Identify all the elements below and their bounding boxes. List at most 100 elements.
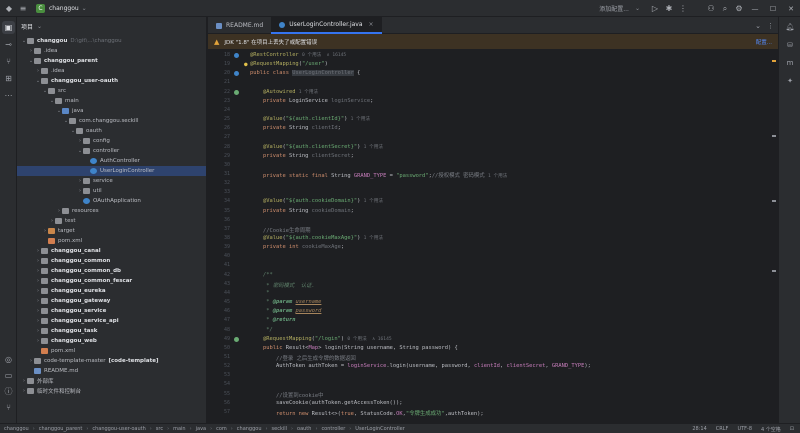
line-number[interactable]: 56	[208, 400, 230, 406]
tree-item[interactable]: ⌄ main	[17, 96, 206, 106]
breadcrumb-item[interactable]: seckill	[272, 426, 288, 432]
run-icon[interactable]: ▷	[648, 2, 662, 16]
tree-item[interactable]: › test	[17, 216, 206, 226]
tree-item[interactable]: › changgou_task	[17, 326, 206, 336]
line-number[interactable]: 18	[208, 52, 230, 58]
code-line[interactable]: @RequestMapping("/user")	[250, 61, 328, 67]
tree-item[interactable]: ⌄ changgou_parent	[17, 56, 206, 66]
main-menu-icon[interactable]: ≡	[16, 1, 30, 15]
line-number[interactable]: 57	[208, 409, 230, 415]
line-number[interactable]: 25	[208, 116, 230, 122]
project-panel-title[interactable]: 项目	[21, 22, 33, 31]
line-number[interactable]: 46	[208, 308, 230, 314]
readonly-lock-icon[interactable]: ⊡	[790, 426, 794, 432]
line-separator[interactable]: CRLF	[716, 426, 729, 432]
tree-item[interactable]: pom.xml	[17, 346, 206, 356]
git-icon[interactable]: ⑂	[2, 401, 15, 414]
line-number[interactable]: 30	[208, 162, 230, 168]
code-line[interactable]: AuthToken authToken = loginService.login…	[250, 363, 591, 369]
maximize-button[interactable]: ☐	[764, 5, 782, 13]
close-button[interactable]: ✕	[782, 5, 800, 13]
code-line[interactable]: *	[250, 290, 269, 296]
tree-item[interactable]: › service	[17, 176, 206, 186]
tree-item[interactable]: ⌄ java	[17, 106, 206, 116]
tree-item[interactable]: › 外部库	[17, 376, 206, 386]
tree-item[interactable]: › 临时文件和控制台	[17, 386, 206, 396]
line-number[interactable]: 29	[208, 153, 230, 159]
tree-item[interactable]: › util	[17, 186, 206, 196]
scroll-marker[interactable]	[772, 135, 776, 137]
breadcrumb-item[interactable]: com	[216, 426, 227, 432]
breadcrumb-item[interactable]: changgou	[237, 426, 262, 432]
breadcrumb-item[interactable]: changgou	[4, 426, 29, 432]
tree-item[interactable]: ⌄ changgou_user-oauth	[17, 76, 206, 86]
line-number[interactable]: 42	[208, 272, 230, 278]
endpoint-icon[interactable]	[234, 336, 239, 342]
caret-position[interactable]: 28:14	[692, 426, 706, 432]
scroll-marker[interactable]	[772, 270, 776, 272]
pull-request-icon[interactable]: ⑂	[2, 55, 15, 68]
code-line[interactable]: public Result<Map> login(String username…	[250, 345, 458, 351]
editor-tab[interactable]: README.md	[208, 17, 271, 34]
line-number[interactable]: 36	[208, 217, 230, 223]
code-line[interactable]: //Cookie生命周期	[250, 226, 311, 234]
chevron-down-icon[interactable]: ⌄	[37, 23, 42, 30]
editor-tab[interactable]: UserLoginController.java ×	[271, 17, 382, 34]
indent-setting[interactable]: 4 个空格	[761, 426, 781, 433]
code-line[interactable]: @RequestMapping("/login") 0 个用法 ∧ 16145	[250, 336, 392, 342]
file-encoding[interactable]: UTF-8	[737, 426, 752, 432]
breadcrumb-item[interactable]: oauth	[297, 426, 311, 432]
line-number[interactable]: 38	[208, 235, 230, 241]
line-number[interactable]: 41	[208, 262, 230, 268]
tree-item[interactable]: › target	[17, 226, 206, 236]
scroll-warning-marker[interactable]	[772, 60, 776, 62]
line-number[interactable]: 27	[208, 134, 230, 140]
tree-item[interactable]: › changgou_gateway	[17, 296, 206, 306]
more-tools-icon[interactable]: ⋯	[2, 89, 15, 102]
configure-link[interactable]: 配置...	[756, 38, 772, 46]
tree-item[interactable]: › changgou_canal	[17, 246, 206, 256]
code-line[interactable]: * @param username	[250, 299, 321, 305]
maven-icon[interactable]: m	[784, 57, 796, 69]
code-line[interactable]: * @param password	[250, 308, 321, 314]
scroll-marker[interactable]	[772, 200, 776, 202]
line-number[interactable]: 34	[208, 198, 230, 204]
problems-icon[interactable]: ⓘ	[2, 385, 15, 398]
code-line[interactable]: @Value("${auth.clientSecret}") 1 个用法	[250, 144, 383, 150]
breadcrumb-item[interactable]: changgou-user-oauth	[92, 426, 145, 432]
code-line[interactable]: private String clientSecret;	[250, 153, 354, 159]
minimize-button[interactable]: —	[746, 5, 764, 13]
more-actions-icon[interactable]: ⋮	[676, 2, 690, 16]
project-switcher[interactable]: changgou	[49, 5, 79, 12]
autowired-icon[interactable]	[234, 89, 239, 95]
line-number[interactable]: 52	[208, 363, 230, 369]
code-line[interactable]: @Value("${auth.clientId}") 1 个用法	[250, 116, 370, 122]
tree-item[interactable]: › changgou_eureka	[17, 286, 206, 296]
tree-item[interactable]: pom.xml	[17, 236, 206, 246]
line-number[interactable]: 22	[208, 89, 230, 95]
breadcrumb-item[interactable]: controller	[321, 426, 345, 432]
line-number[interactable]: 23	[208, 98, 230, 104]
tree-item[interactable]: ⌄ src	[17, 86, 206, 96]
line-number[interactable]: 50	[208, 345, 230, 351]
tree-item[interactable]: › config	[17, 136, 206, 146]
code-line[interactable]: @Value("${auth.cookieDomain}") 1 个用法	[250, 198, 383, 204]
more-tabs-icon[interactable]: ⋮	[767, 22, 774, 30]
line-number[interactable]: 32	[208, 180, 230, 186]
line-number[interactable]: 44	[208, 290, 230, 296]
tree-item[interactable]: › changgou_service_api	[17, 316, 206, 326]
code-editor[interactable]: 18 @RestController 0 个用法 ∧ 16145 19 @Reques…	[208, 49, 778, 423]
breadcrumb-item[interactable]: java	[196, 426, 206, 432]
code-line[interactable]: /**	[250, 272, 273, 278]
tree-item[interactable]: UserLoginController	[17, 166, 206, 176]
tree-item[interactable]: › changgou_web	[17, 336, 206, 346]
tree-item[interactable]: › resources	[17, 206, 206, 216]
spring-bean-icon[interactable]	[234, 53, 239, 58]
tree-item[interactable]: README.md	[17, 366, 206, 376]
code-line[interactable]: @Autowired 1 个用法	[250, 89, 318, 95]
services-icon[interactable]: ◎	[2, 353, 15, 366]
line-number[interactable]: 45	[208, 299, 230, 305]
tree-item[interactable]: ⌄ com.changgou.seckill	[17, 116, 206, 126]
code-line[interactable]: saveCookie(authToken.getAccessToken());	[250, 400, 403, 406]
chevron-down-icon[interactable]: ⌄	[82, 5, 87, 12]
